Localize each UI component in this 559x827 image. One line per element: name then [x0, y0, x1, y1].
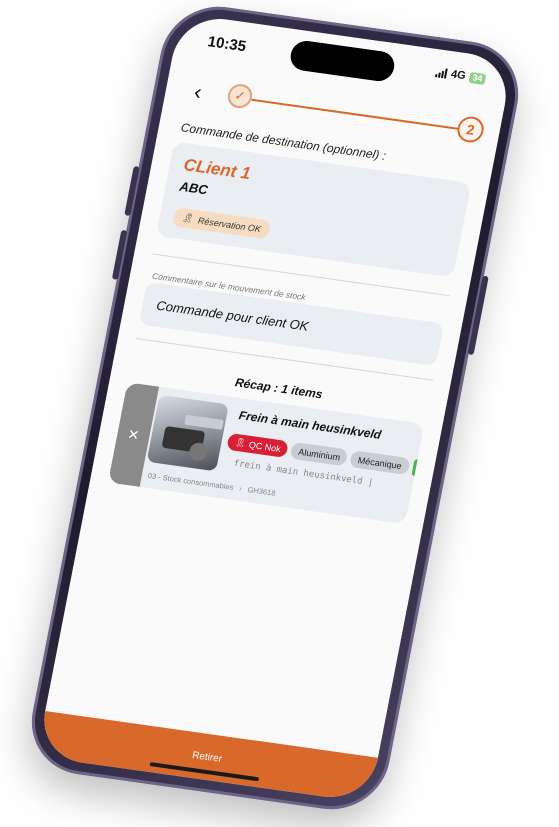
tag-qc-nok: 🎗 QC Nok	[226, 432, 290, 459]
screen: 10:35 4G 34 ‹ ✓ 2 Commande de destinatio…	[36, 13, 514, 803]
step-1-checkmark-icon[interactable]: ✓	[225, 82, 255, 110]
reservation-label: Réservation OK	[197, 215, 262, 234]
volume-down-button	[111, 229, 128, 280]
dynamic-island	[288, 39, 397, 83]
chevron-right-icon: ›	[238, 483, 243, 494]
step-2-indicator[interactable]: 2	[455, 114, 486, 145]
item-reference: GH3618	[246, 485, 277, 498]
thumb-shape	[187, 441, 209, 462]
status-indicators: 4G 34	[435, 66, 487, 85]
main-content: Commande de destination (optionnel) : CL…	[107, 120, 476, 525]
reservation-ribbon-icon: 🎗	[180, 212, 195, 224]
status-time: 10:35	[206, 33, 248, 56]
thumb-shape	[184, 414, 224, 430]
item-location-footer: 03 - Stock consommables › GH3618	[147, 471, 276, 498]
item-thumbnail	[146, 394, 229, 472]
phone-frame: 10:35 4G 34 ‹ ✓ 2 Commande de destinatio…	[22, 0, 528, 817]
tag-category: Mécanique	[349, 450, 411, 476]
stepper-line	[251, 98, 460, 130]
stage: 10:35 4G 34 ‹ ✓ 2 Commande de destinatio…	[0, 0, 559, 827]
withdraw-button[interactable]: Retirer	[36, 710, 378, 803]
signal-icon	[435, 67, 449, 79]
volume-up-button	[124, 165, 140, 216]
reservation-badge: 🎗 Réservation OK	[172, 207, 271, 240]
item-location: 03 - Stock consommables	[147, 471, 235, 492]
close-icon: ✕	[126, 425, 141, 443]
power-button	[467, 275, 489, 356]
network-label: 4G	[449, 68, 467, 83]
ribbon-icon: 🎗	[233, 436, 248, 449]
tag-material: Aluminium	[290, 441, 349, 467]
back-chevron-icon[interactable]: ‹	[184, 79, 212, 106]
tag-label: QC Nok	[248, 439, 282, 454]
battery-icon: 34	[468, 71, 487, 85]
tag-overflow	[410, 458, 421, 477]
withdraw-button-label: Retirer	[191, 749, 224, 765]
